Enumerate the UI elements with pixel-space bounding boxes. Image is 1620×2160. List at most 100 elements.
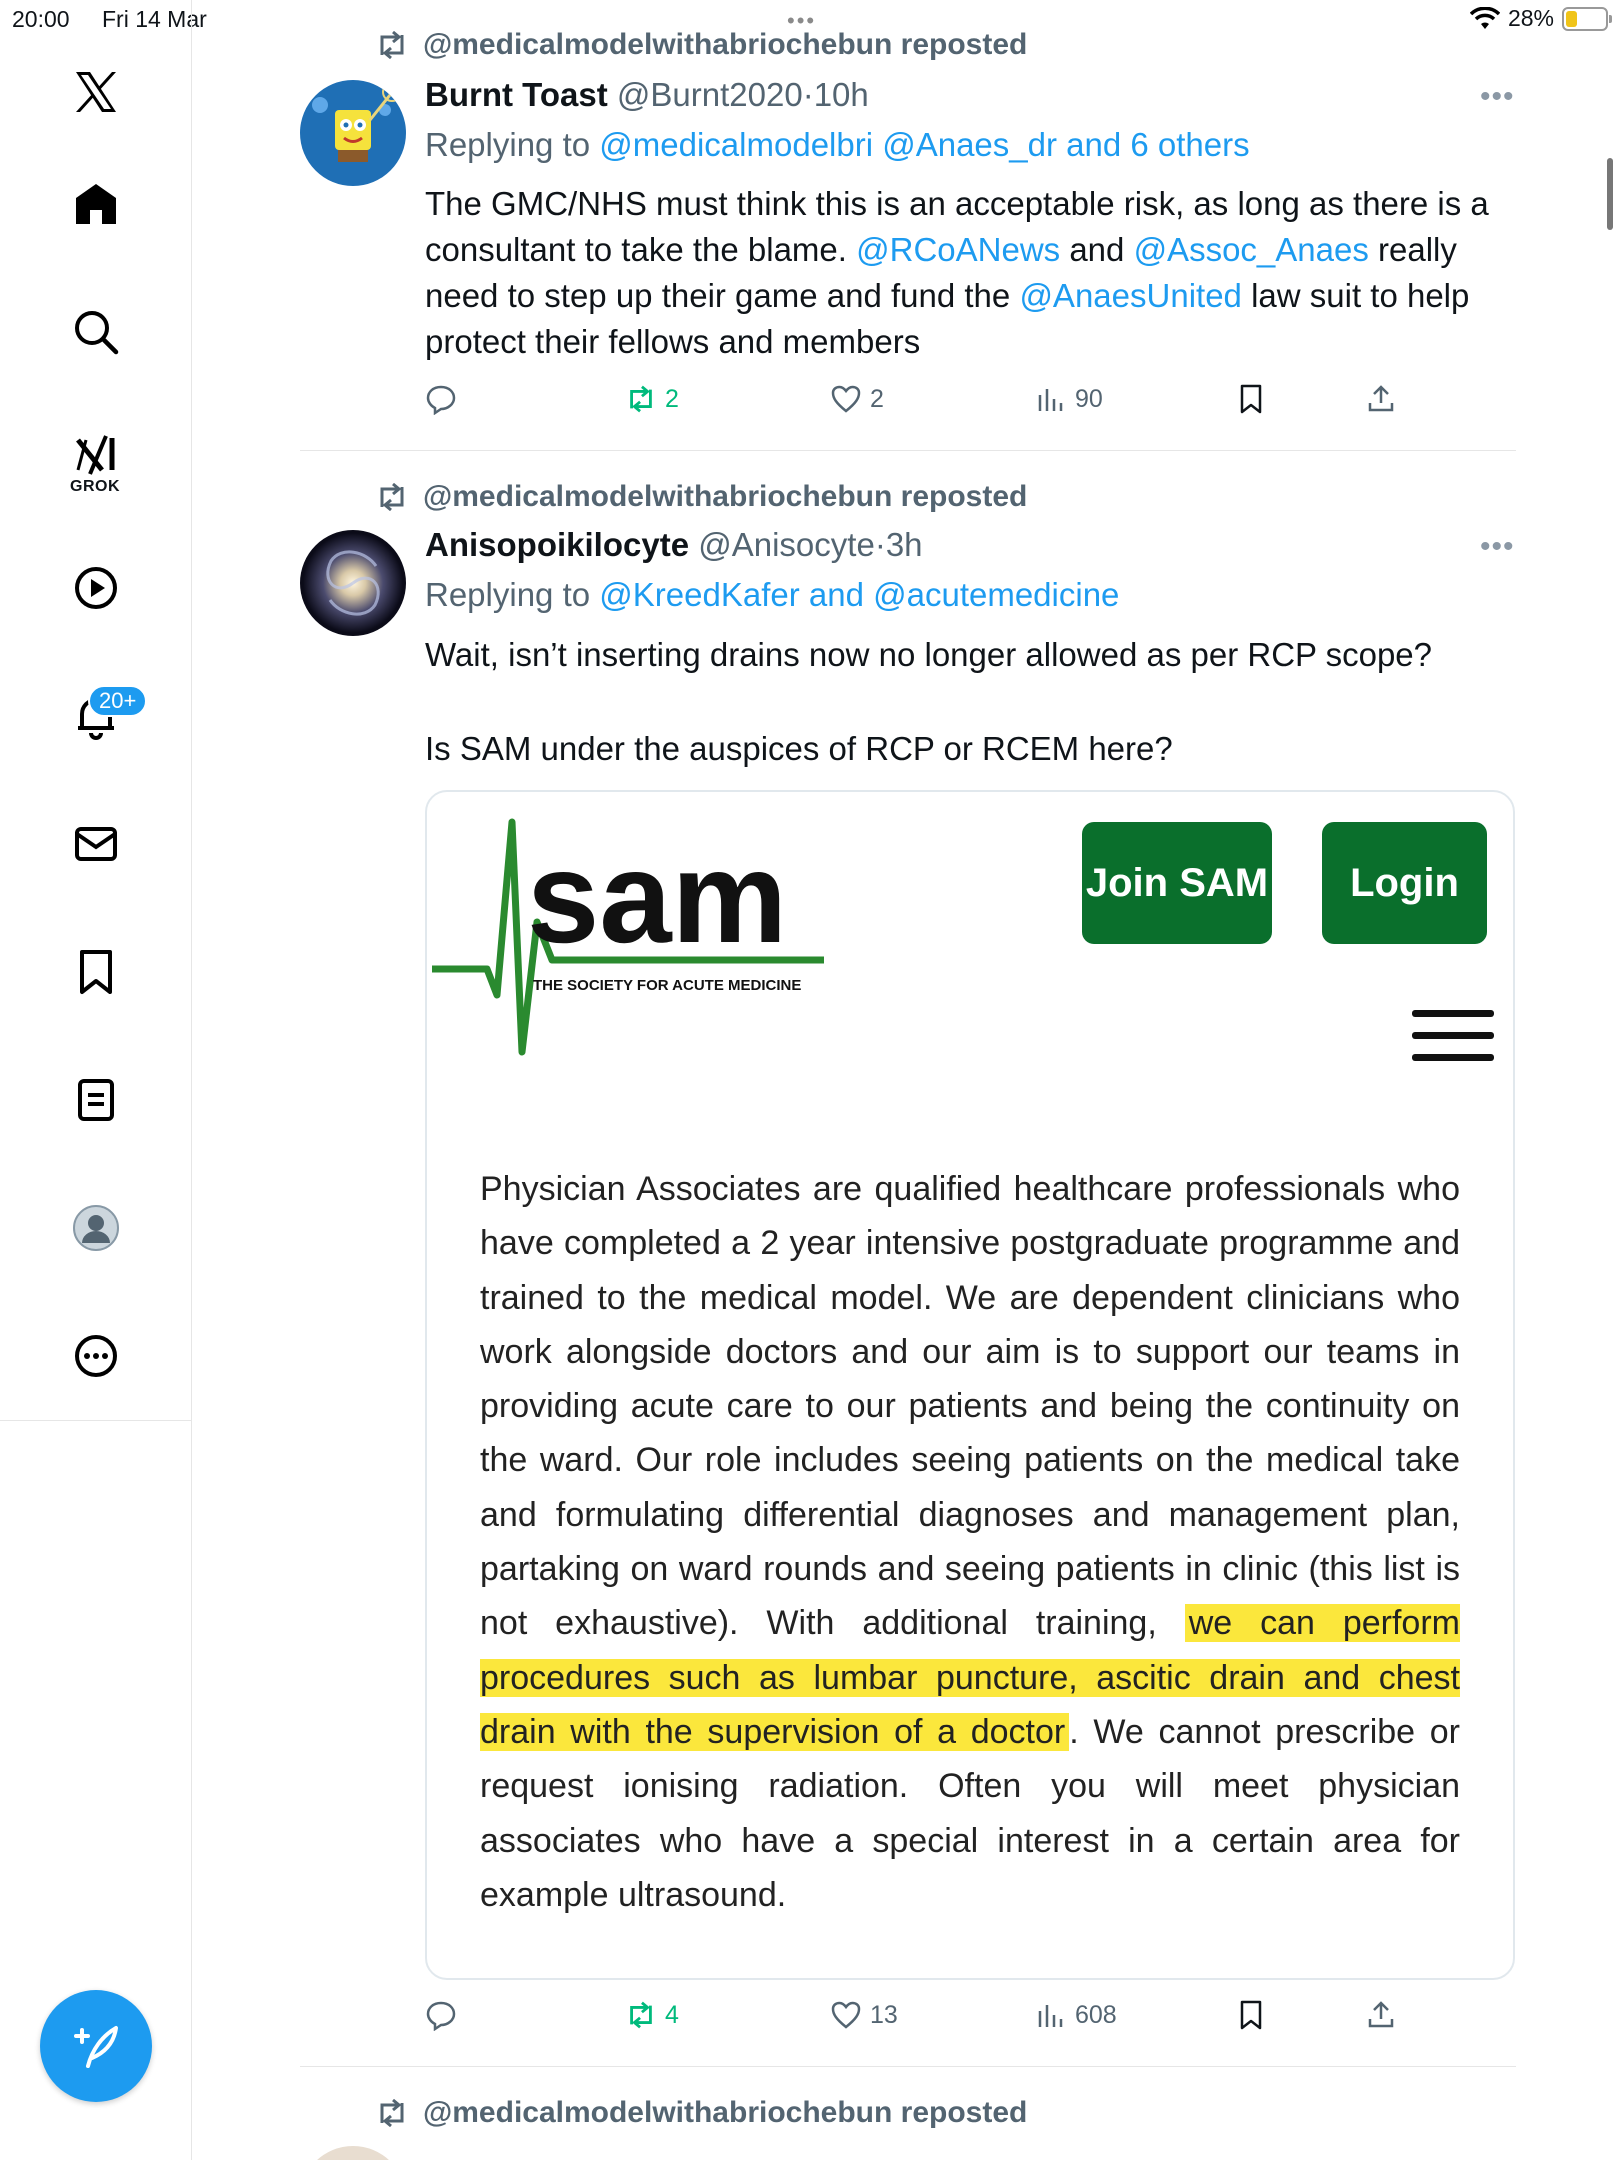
sidebar: GROK 20+ bbox=[0, 0, 192, 2160]
tweet-actions: 4 13 608 bbox=[425, 1999, 1425, 2039]
grok-icon[interactable] bbox=[66, 424, 126, 484]
views-button[interactable]: 90 bbox=[1035, 383, 1103, 415]
bookmarks-icon[interactable] bbox=[66, 942, 126, 1002]
tweet-header: Burnt Toast @Burnt2020·10h bbox=[425, 76, 869, 114]
sam-logo-tagline: THE SOCIETY FOR ACUTE MEDICINE bbox=[533, 977, 801, 994]
feather-plus-icon bbox=[74, 2026, 118, 2068]
mention-link[interactable]: @Assoc_Anaes bbox=[1134, 231, 1369, 268]
status-icons: 28% bbox=[1469, 5, 1612, 32]
sam-logo: sam THE SOCIETY FOR ACUTE MEDICINE bbox=[432, 818, 824, 1056]
timestamp[interactable]: 10h bbox=[814, 76, 869, 113]
separator-dot: · bbox=[874, 526, 886, 563]
user-handle[interactable]: @Anisocyte bbox=[698, 526, 875, 563]
grok-label: GROK bbox=[70, 478, 120, 495]
reply-button[interactable] bbox=[425, 383, 457, 415]
repost-icon bbox=[380, 31, 404, 59]
envelope-glyph bbox=[75, 827, 117, 861]
grok-glyph bbox=[76, 435, 115, 475]
repost-button[interactable]: 2 bbox=[625, 383, 679, 415]
attached-image[interactable]: sam THE SOCIETY FOR ACUTE MEDICINE Join … bbox=[425, 790, 1515, 1980]
tweet-text: The GMC/NHS must think this is an accept… bbox=[425, 181, 1510, 365]
reply-icon bbox=[426, 385, 456, 415]
share-icon bbox=[1368, 2001, 1394, 2028]
like-count: 2 bbox=[870, 384, 884, 413]
user-handle[interactable]: @Burnt2020 bbox=[617, 76, 803, 113]
tweet-divider bbox=[300, 2066, 1516, 2067]
x-logo-glyph bbox=[76, 72, 116, 112]
tweet-text-line: Wait, isn’t inserting drains now no long… bbox=[425, 636, 1433, 673]
video-glyph bbox=[75, 567, 117, 609]
share-icon bbox=[1368, 385, 1394, 412]
sam-text-before: Physician Associates are qualified healt… bbox=[480, 1170, 1460, 1643]
timestamp[interactable]: 3h bbox=[886, 526, 923, 563]
repost-count: 4 bbox=[665, 2000, 679, 2029]
messages-icon[interactable] bbox=[66, 814, 126, 874]
repost-indicator: @medicalmodelwithabriochebun reposted bbox=[375, 480, 1027, 514]
more-circle-glyph bbox=[75, 1335, 117, 1377]
more-icon[interactable]: ••• bbox=[1480, 530, 1515, 564]
bookmark-button[interactable] bbox=[1235, 1999, 1267, 2031]
repost-label: @medicalmodelwithabriochebun reposted bbox=[423, 28, 1028, 61]
x-logo-icon[interactable] bbox=[66, 62, 126, 122]
repost-indicator: @medicalmodelwithabriochebun reposted bbox=[375, 2096, 1027, 2130]
view-count: 608 bbox=[1075, 2000, 1117, 2029]
sam-logo-word: sam bbox=[527, 824, 787, 970]
reply-context: Replying to @medicalmodelbri @Anaes_dr a… bbox=[425, 126, 1250, 164]
reply-prefix: Replying to bbox=[425, 576, 591, 613]
avatar[interactable] bbox=[300, 530, 406, 636]
bookmark-glyph bbox=[80, 950, 112, 994]
tweet-actions: 2 2 90 bbox=[425, 383, 1425, 423]
like-button[interactable]: 2 bbox=[830, 383, 884, 415]
view-count: 90 bbox=[1075, 384, 1103, 413]
notifications-badge: 20+ bbox=[88, 685, 148, 717]
compose-post-button[interactable] bbox=[40, 1990, 152, 2102]
repost-icon bbox=[380, 483, 404, 511]
scrollbar-thumb[interactable] bbox=[1607, 158, 1613, 230]
repost-icon bbox=[380, 2099, 404, 2127]
share-button[interactable] bbox=[1365, 383, 1397, 415]
home-icon[interactable] bbox=[66, 174, 126, 234]
search-glyph bbox=[75, 311, 119, 355]
avatar[interactable] bbox=[300, 2146, 406, 2160]
profile-glyph bbox=[73, 1205, 119, 1251]
repost-indicator: @medicalmodelwithabriochebun reposted bbox=[375, 28, 1027, 62]
display-name[interactable]: Anisopoikilocyte bbox=[425, 526, 689, 563]
mention-link[interactable]: @AnaesUnited bbox=[1019, 277, 1241, 314]
like-button[interactable]: 13 bbox=[830, 1999, 898, 2031]
bookmark-icon bbox=[1240, 384, 1262, 414]
battery-icon bbox=[1562, 6, 1612, 31]
share-button[interactable] bbox=[1365, 1999, 1397, 2031]
separator-dot: · bbox=[802, 76, 814, 113]
avatar[interactable] bbox=[300, 80, 406, 186]
repost-button[interactable]: 4 bbox=[625, 1999, 679, 2031]
list-glyph bbox=[78, 1079, 114, 1121]
reply-targets[interactable]: @medicalmodelbri @Anaes_dr and 6 others bbox=[599, 126, 1249, 163]
repost-icon bbox=[630, 2001, 652, 2029]
more-options-icon[interactable] bbox=[66, 1326, 126, 1386]
mention-link[interactable]: @RCoANews bbox=[856, 231, 1060, 268]
lists-icon[interactable] bbox=[66, 1070, 126, 1130]
join-sam-button[interactable]: Join SAM bbox=[1082, 822, 1272, 944]
bookmark-button[interactable] bbox=[1235, 383, 1267, 415]
wifi-icon bbox=[1469, 6, 1500, 29]
profile-avatar-icon[interactable] bbox=[66, 1198, 126, 1258]
repost-label: @medicalmodelwithabriochebun reposted bbox=[423, 480, 1028, 513]
more-icon[interactable]: ••• bbox=[1480, 80, 1515, 114]
reply-icon bbox=[426, 2001, 456, 2031]
sam-description: Physician Associates are qualified healt… bbox=[480, 1162, 1460, 1922]
reply-targets[interactable]: @KreedKafer and @acutemedicine bbox=[599, 576, 1119, 613]
hamburger-menu-icon[interactable] bbox=[1412, 1010, 1494, 1062]
search-icon[interactable] bbox=[66, 302, 126, 362]
like-count: 13 bbox=[870, 2000, 898, 2029]
login-button[interactable]: Login bbox=[1322, 822, 1487, 944]
repost-count: 2 bbox=[665, 384, 679, 413]
display-name[interactable]: Burnt Toast bbox=[425, 76, 608, 113]
views-button[interactable]: 608 bbox=[1035, 1999, 1117, 2031]
heart-icon bbox=[831, 2001, 861, 2029]
tweet-header: Anisopoikilocyte @Anisocyte·3h bbox=[425, 526, 923, 564]
reply-button[interactable] bbox=[425, 1999, 457, 2031]
video-icon[interactable] bbox=[66, 558, 126, 618]
views-icon bbox=[1038, 2005, 1063, 2027]
tweet-text-segment: and bbox=[1060, 231, 1134, 268]
home-glyph bbox=[76, 184, 116, 224]
